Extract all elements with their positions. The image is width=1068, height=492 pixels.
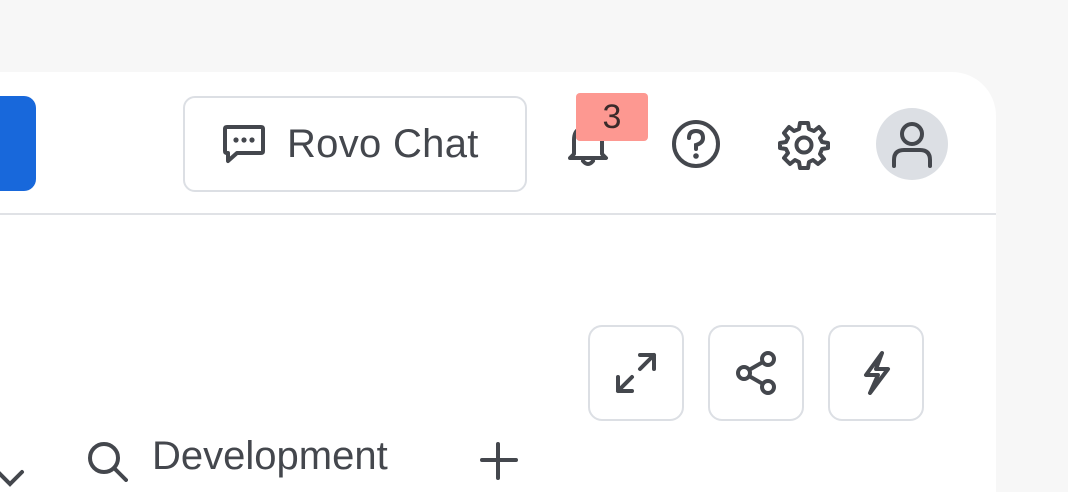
share-icon	[736, 351, 776, 395]
chat-bubble-icon	[223, 125, 265, 163]
development-label[interactable]: Development	[152, 434, 388, 479]
help-icon	[672, 120, 720, 168]
main-panel: Rovo Chat 3 Development	[0, 72, 996, 492]
header-divider	[0, 213, 996, 215]
expand-button[interactable]	[588, 325, 684, 421]
help-button[interactable]	[660, 108, 732, 180]
search-icon[interactable]	[84, 438, 128, 482]
primary-create-button[interactable]	[0, 96, 36, 191]
lightning-icon	[864, 351, 890, 395]
automation-button[interactable]	[828, 325, 924, 421]
plus-icon[interactable]	[476, 438, 520, 482]
gear-icon	[778, 121, 830, 170]
user-avatar-button[interactable]	[876, 108, 948, 180]
rovo-chat-button[interactable]: Rovo Chat	[183, 96, 527, 192]
notification-count-badge: 3	[576, 93, 648, 141]
bottom-nav-strip: Development	[0, 434, 996, 492]
settings-button[interactable]	[768, 108, 840, 180]
user-icon	[892, 122, 932, 168]
expand-icon	[616, 353, 656, 393]
share-button[interactable]	[708, 325, 804, 421]
chevron-down-icon[interactable]	[0, 452, 32, 492]
rovo-chat-label: Rovo Chat	[287, 121, 479, 166]
